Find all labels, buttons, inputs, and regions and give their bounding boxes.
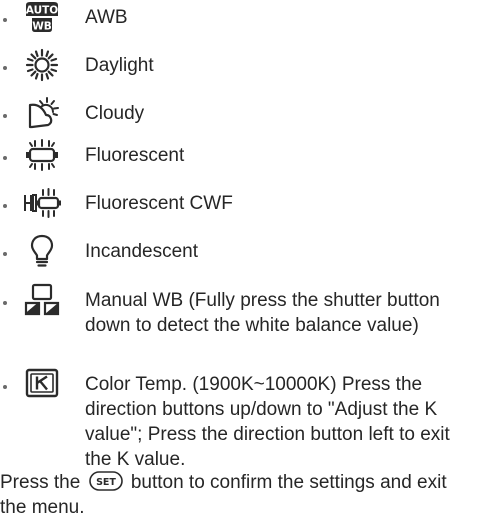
item-label: AWB xyxy=(85,7,128,28)
bullet xyxy=(3,18,11,26)
footer-text-before: Press the xyxy=(0,472,81,493)
bullet xyxy=(3,204,11,212)
bullet xyxy=(3,156,11,164)
item-label: Manual WB (Fully press the shutter butto… xyxy=(85,290,440,336)
auto-wb-icon: AUTO WB xyxy=(23,1,61,35)
incandescent-icon xyxy=(23,234,61,268)
fluorescent-cwf-icon xyxy=(23,186,63,220)
bullet xyxy=(3,301,11,309)
manual-wb-icon xyxy=(23,283,61,317)
bullet xyxy=(3,114,11,122)
item-label: Cloudy xyxy=(85,103,145,124)
color-temp-icon xyxy=(25,368,59,398)
bullet xyxy=(3,252,11,260)
item-label: Fluorescent xyxy=(85,145,185,166)
item-label: Fluorescent CWF xyxy=(85,193,233,214)
item-label: Daylight xyxy=(85,55,154,76)
auto-wb-icon-bottom-text: WB xyxy=(32,21,52,33)
item-label: Color Temp. (1900K~10000K) Press the dir… xyxy=(85,374,450,470)
set-button-icon: SET xyxy=(88,471,123,491)
item-label: Incandescent xyxy=(85,241,199,262)
bullet xyxy=(3,66,11,74)
cloudy-icon xyxy=(23,96,61,130)
auto-wb-icon-top-text: AUTO xyxy=(26,5,58,17)
daylight-icon xyxy=(23,48,61,82)
footer-instructions: Press the SET button to confirm the sett… xyxy=(0,470,478,520)
set-button-text: SET xyxy=(96,477,116,488)
fluorescent-icon xyxy=(23,138,61,172)
bullet xyxy=(3,385,11,393)
